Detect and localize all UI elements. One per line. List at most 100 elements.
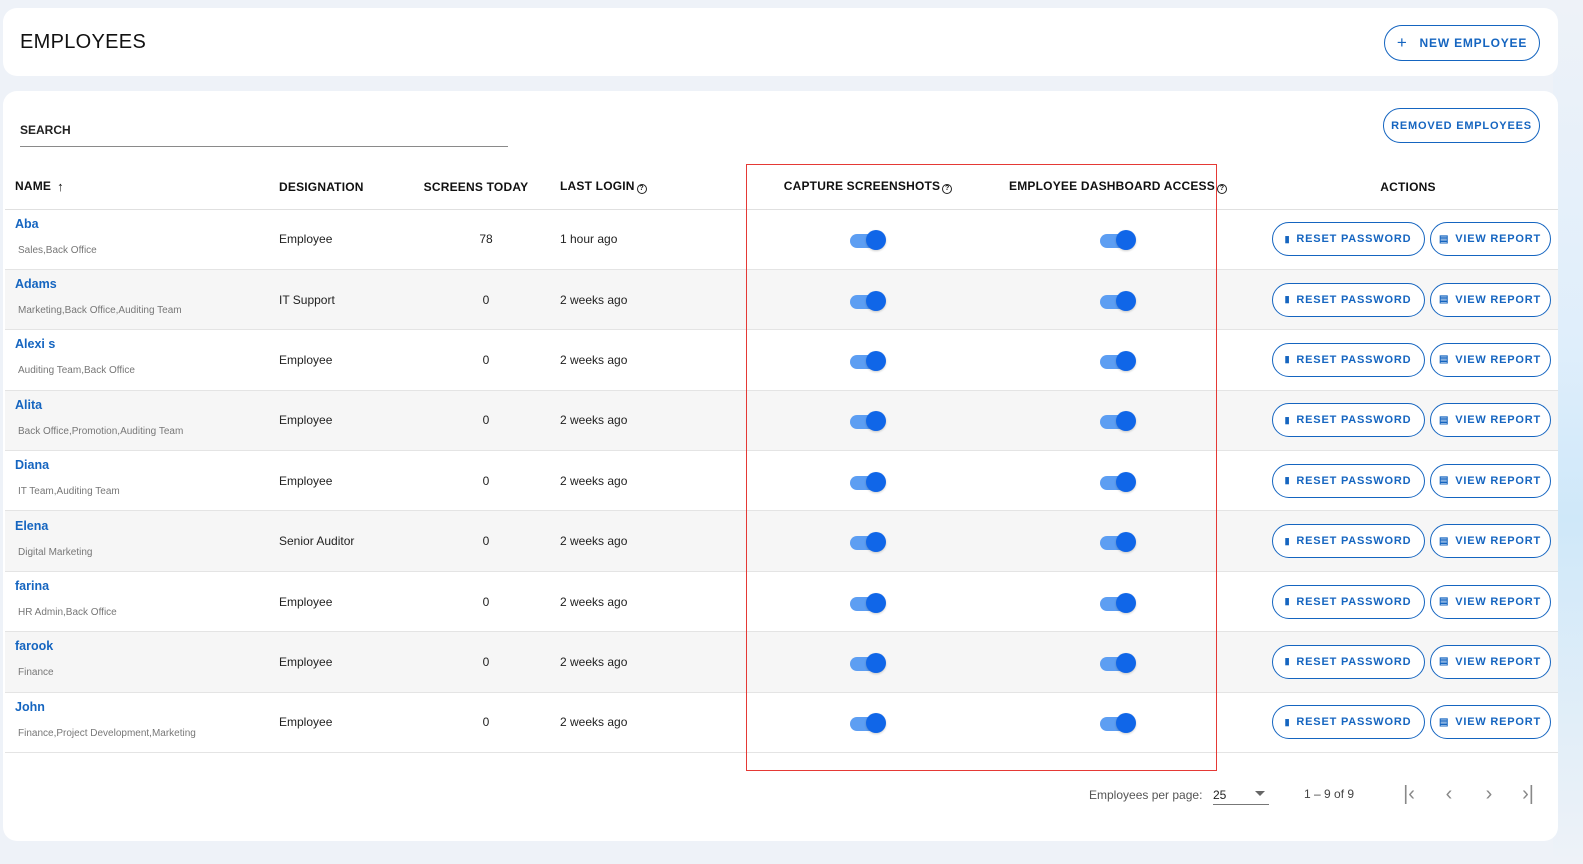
reset-password-button[interactable]: ▮ RESET PASSWORD [1271, 463, 1425, 498]
capture-screenshots-toggle[interactable] [850, 651, 886, 673]
capture-screenshots-cell [758, 511, 978, 571]
dashboard-access-toggle[interactable] [1100, 591, 1136, 613]
row-actions: ▮ RESET PASSWORD ▤ VIEW REPORT [1258, 222, 1558, 257]
row-actions: ▮ RESET PASSWORD ▤ VIEW REPORT [1258, 403, 1558, 438]
capture-screenshots-toggle[interactable] [850, 530, 886, 553]
reset-password-button[interactable]: ▮ RESET PASSWORD [1271, 644, 1425, 679]
column-header-screens-today: SCREENS TODAY [414, 165, 538, 210]
lock-icon: ▮ [1284, 535, 1291, 546]
dashboard-access-toggle[interactable] [1100, 289, 1136, 311]
dashboard-access-toggle[interactable] [1100, 349, 1136, 371]
capture-screenshots-cell [758, 451, 978, 511]
employee-name-link[interactable]: Elena [15, 519, 269, 533]
reset-password-button[interactable]: ▮ RESET PASSWORD [1271, 403, 1425, 438]
capture-screenshots-toggle[interactable] [850, 228, 886, 251]
actions-cell: ▮ RESET PASSWORD ▤ VIEW REPORT [1258, 511, 1558, 571]
designation-cell: Employee [279, 413, 333, 428]
toggle-thumb [866, 230, 886, 251]
view-report-button[interactable]: ▤ VIEW REPORT [1429, 463, 1551, 498]
name-cell: farina HR Admin,Back Office [5, 571, 269, 631]
removed-employees-button[interactable]: REMOVED EMPLOYEES [1383, 108, 1540, 143]
row-actions: ▮ RESET PASSWORD ▤ VIEW REPORT [1258, 524, 1558, 559]
dashboard-access-toggle[interactable] [1100, 228, 1136, 251]
toggle-thumb [1116, 652, 1136, 673]
view-report-button[interactable]: ▤ VIEW REPORT [1429, 282, 1551, 317]
help-icon[interactable]: ? [942, 184, 953, 195]
view-report-label: VIEW REPORT [1455, 595, 1542, 608]
capture-screenshots-toggle[interactable] [850, 711, 886, 734]
screens-today-cell: 0 [482, 715, 490, 730]
view-report-button[interactable]: ▤ VIEW REPORT [1429, 584, 1551, 619]
dashboard-access-cell [978, 390, 1258, 450]
per-page-select[interactable]: 25 [1213, 781, 1269, 805]
help-icon[interactable]: ? [1216, 184, 1227, 195]
reset-password-label: RESET PASSWORD [1296, 655, 1412, 668]
column-header-name[interactable]: NAME ↑ [5, 165, 269, 210]
last-page-icon[interactable]: ›| [1514, 781, 1542, 809]
capture-screenshots-cell [758, 390, 978, 450]
designation-cell: Employee [279, 352, 333, 367]
dashboard-access-toggle[interactable] [1100, 470, 1136, 492]
reset-password-button[interactable]: ▮ RESET PASSWORD [1271, 524, 1425, 559]
dashboard-access-toggle[interactable] [1100, 409, 1136, 432]
employee-groups: Auditing Team,Back Office [18, 365, 135, 377]
dashboard-access-toggle[interactable] [1100, 530, 1136, 553]
designation-cell: Employee [279, 715, 333, 730]
employee-name-link[interactable]: Alexi s [15, 337, 269, 351]
employee-name-link[interactable]: farina [15, 579, 269, 593]
capture-screenshots-toggle[interactable] [850, 349, 886, 371]
next-page-icon[interactable]: › [1475, 781, 1503, 809]
view-report-button[interactable]: ▤ VIEW REPORT [1429, 524, 1551, 559]
actions-cell: ▮ RESET PASSWORD ▤ VIEW REPORT [1258, 692, 1558, 752]
reset-password-button[interactable]: ▮ RESET PASSWORD [1271, 342, 1425, 377]
employee-name-link[interactable]: Alita [15, 398, 269, 412]
last-login-cell: 2 weeks ago [560, 715, 628, 730]
row-actions: ▮ RESET PASSWORD ▤ VIEW REPORT [1258, 342, 1558, 377]
employee-name-link[interactable]: Diana [15, 458, 269, 472]
last-login-cell: 2 weeks ago [560, 352, 628, 367]
reset-password-label: RESET PASSWORD [1296, 233, 1412, 246]
view-report-button[interactable]: ▤ VIEW REPORT [1429, 644, 1551, 679]
view-report-label: VIEW REPORT [1455, 535, 1542, 548]
view-report-button[interactable]: ▤ VIEW REPORT [1429, 342, 1551, 377]
capture-screenshots-toggle[interactable] [850, 409, 886, 432]
capture-screenshots-toggle[interactable] [850, 289, 886, 311]
toggle-thumb [1116, 592, 1136, 613]
capture-screenshots-cell [758, 209, 978, 269]
capture-screenshots-cell [758, 571, 978, 631]
actions-cell: ▮ RESET PASSWORD ▤ VIEW REPORT [1258, 571, 1558, 631]
toggle-thumb [1116, 532, 1136, 553]
view-report-label: VIEW REPORT [1455, 655, 1542, 668]
capture-screenshots-toggle[interactable] [850, 591, 886, 613]
last-login-cell: 2 weeks ago [560, 473, 628, 488]
employee-groups: Sales,Back Office [18, 244, 97, 256]
previous-page-icon[interactable]: ‹ [1435, 781, 1463, 809]
reset-password-button[interactable]: ▮ RESET PASSWORD [1271, 282, 1425, 317]
name-cell: Alexi s Auditing Team,Back Office [5, 330, 269, 390]
report-icon: ▤ [1438, 233, 1450, 245]
reset-password-button[interactable]: ▮ RESET PASSWORD [1271, 705, 1425, 740]
search-input[interactable] [20, 111, 508, 143]
help-icon[interactable]: ? [636, 184, 647, 195]
employee-name-link[interactable]: Adams [15, 277, 269, 291]
sort-ascending-icon[interactable]: ↑ [57, 179, 64, 194]
first-page-icon[interactable]: |‹ [1395, 781, 1423, 809]
toggle-thumb [1116, 290, 1136, 311]
employee-name-link[interactable]: John [15, 700, 269, 714]
view-report-button[interactable]: ▤ VIEW REPORT [1429, 705, 1551, 740]
employee-name-link[interactable]: farook [15, 639, 269, 653]
view-report-button[interactable]: ▤ VIEW REPORT [1429, 222, 1551, 257]
new-employee-button[interactable]: + NEW EMPLOYEE [1384, 25, 1540, 61]
view-report-button[interactable]: ▤ VIEW REPORT [1429, 403, 1551, 438]
reset-password-button[interactable]: ▮ RESET PASSWORD [1271, 584, 1425, 619]
capture-screenshots-toggle[interactable] [850, 470, 886, 492]
dashboard-access-toggle[interactable] [1100, 711, 1136, 734]
last-login-cell: 2 weeks ago [560, 534, 628, 549]
toggle-thumb [866, 532, 886, 553]
designation-cell: Employee [279, 473, 333, 488]
last-login-cell: 2 weeks ago [560, 654, 628, 669]
dashboard-access-toggle[interactable] [1100, 651, 1136, 673]
reset-password-button[interactable]: ▮ RESET PASSWORD [1271, 222, 1425, 257]
new-employee-label: NEW EMPLOYEE [1419, 36, 1528, 50]
employee-name-link[interactable]: Aba [15, 217, 269, 231]
